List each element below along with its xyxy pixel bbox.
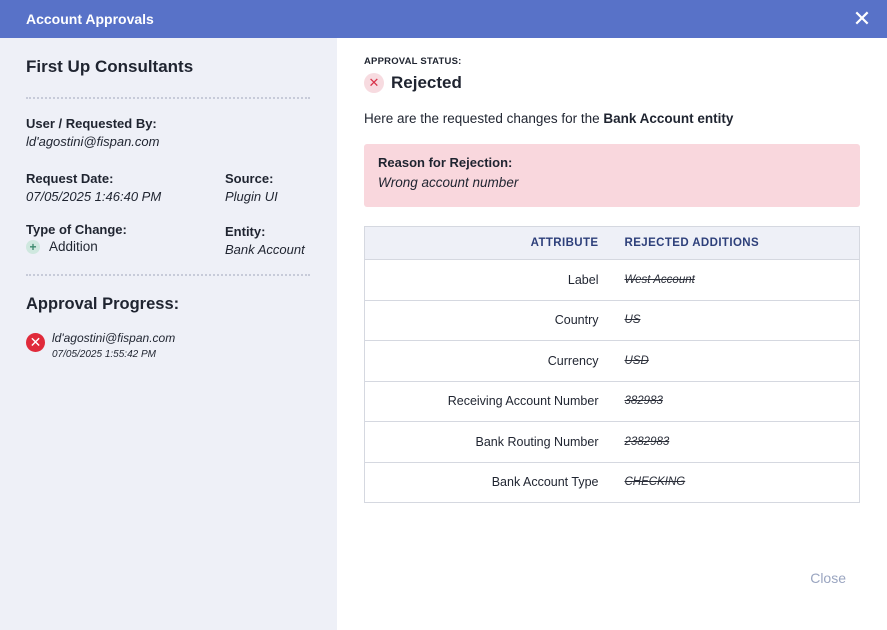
dialog-titlebar: Account Approvals ✕	[0, 0, 887, 38]
table-row: Country US	[364, 300, 860, 341]
table-header-row: ATTRIBUTE REJECTED ADDITIONS	[364, 226, 860, 260]
change-type-label: Type of Change:	[26, 222, 127, 237]
rejection-reason-text: Wrong account number	[378, 175, 519, 190]
rejected-value-cell: USD	[624, 354, 649, 367]
attribute-cell: Receiving Account Number	[447, 394, 599, 409]
attribute-cell: Currency	[547, 353, 599, 368]
request-date-label: Request Date:	[26, 171, 114, 186]
rejected-status-icon: ✕	[364, 73, 384, 93]
attribute-cell: Bank Account Type	[491, 475, 599, 490]
approval-status-label: APPROVAL STATUS:	[364, 56, 462, 67]
change-type-value: + Addition	[26, 239, 225, 254]
rejection-reason-box: Reason for Rejection: Wrong account numb…	[364, 144, 860, 207]
rejection-reason-title: Reason for Rejection:	[378, 155, 513, 170]
table-row: Receiving Account Number 382983	[364, 381, 860, 422]
close-button[interactable]: Close	[810, 570, 846, 586]
table-row: Bank Routing Number 2382983	[364, 421, 860, 463]
change-type-text: Addition	[49, 239, 98, 254]
request-date-value: 07/05/2025 1:46:40 PM	[26, 189, 162, 204]
progress-time: 07/05/2025 1:55:42 PM	[52, 349, 156, 360]
requested-by-value: ld'agostini@fispan.com	[26, 134, 160, 149]
rejected-value-cell: US	[624, 314, 641, 327]
changes-panel: APPROVAL STATUS: ✕ Rejected Here are the…	[337, 38, 887, 630]
entity-label: Entity:	[225, 224, 266, 239]
plus-icon: +	[26, 239, 40, 254]
attribute-cell: Label	[567, 272, 599, 287]
approval-status-value: Rejected	[391, 73, 462, 92]
table-row: Label West Account	[364, 259, 860, 301]
source-label: Source:	[225, 171, 274, 186]
rejected-icon: ✕	[26, 333, 45, 352]
table-row: Bank Account Type CHECKING	[364, 462, 860, 503]
table-row: Currency USD	[364, 340, 860, 382]
details-panel: First Up Consultants User / Requested By…	[0, 38, 337, 630]
divider	[26, 274, 310, 276]
approval-progress-title: Approval Progress:	[26, 295, 180, 313]
company-name: First Up Consultants	[26, 57, 194, 76]
dialog-title: Account Approvals	[26, 11, 154, 27]
progress-item: ✕ ld'agostini@fispan.com 07/05/2025 1:55…	[26, 331, 311, 360]
column-header-rejected-additions: REJECTED ADDITIONS	[624, 237, 760, 249]
rejected-value-cell: 2382983	[624, 435, 670, 448]
rejected-value-cell: West Account	[624, 273, 695, 286]
intro-entity: Bank Account entity	[603, 111, 734, 126]
changes-intro: Here are the requested changes for the B…	[364, 111, 860, 126]
entity-value: Bank Account	[225, 242, 305, 257]
column-header-attribute: ATTRIBUTE	[530, 237, 599, 249]
attribute-cell: Bank Routing Number	[475, 434, 599, 449]
source-value: Plugin UI	[225, 189, 278, 204]
change-entity-row: Type of Change: + Addition Entity: Bank …	[26, 222, 311, 257]
rejected-value-cell: CHECKING	[624, 476, 686, 489]
changes-table: ATTRIBUTE REJECTED ADDITIONS Label West …	[364, 226, 860, 503]
close-icon[interactable]: ✕	[851, 8, 873, 30]
intro-prefix: Here are the requested changes for the	[364, 111, 604, 126]
divider	[26, 97, 310, 99]
requested-by-label: User / Requested By:	[26, 116, 157, 131]
date-source-row: Request Date: 07/05/2025 1:46:40 PM Sour…	[26, 171, 311, 204]
attribute-cell: Country	[554, 313, 599, 328]
approval-status: ✕ Rejected	[364, 73, 860, 93]
progress-email: ld'agostini@fispan.com	[52, 331, 176, 345]
rejected-value-cell: 382983	[624, 395, 663, 408]
